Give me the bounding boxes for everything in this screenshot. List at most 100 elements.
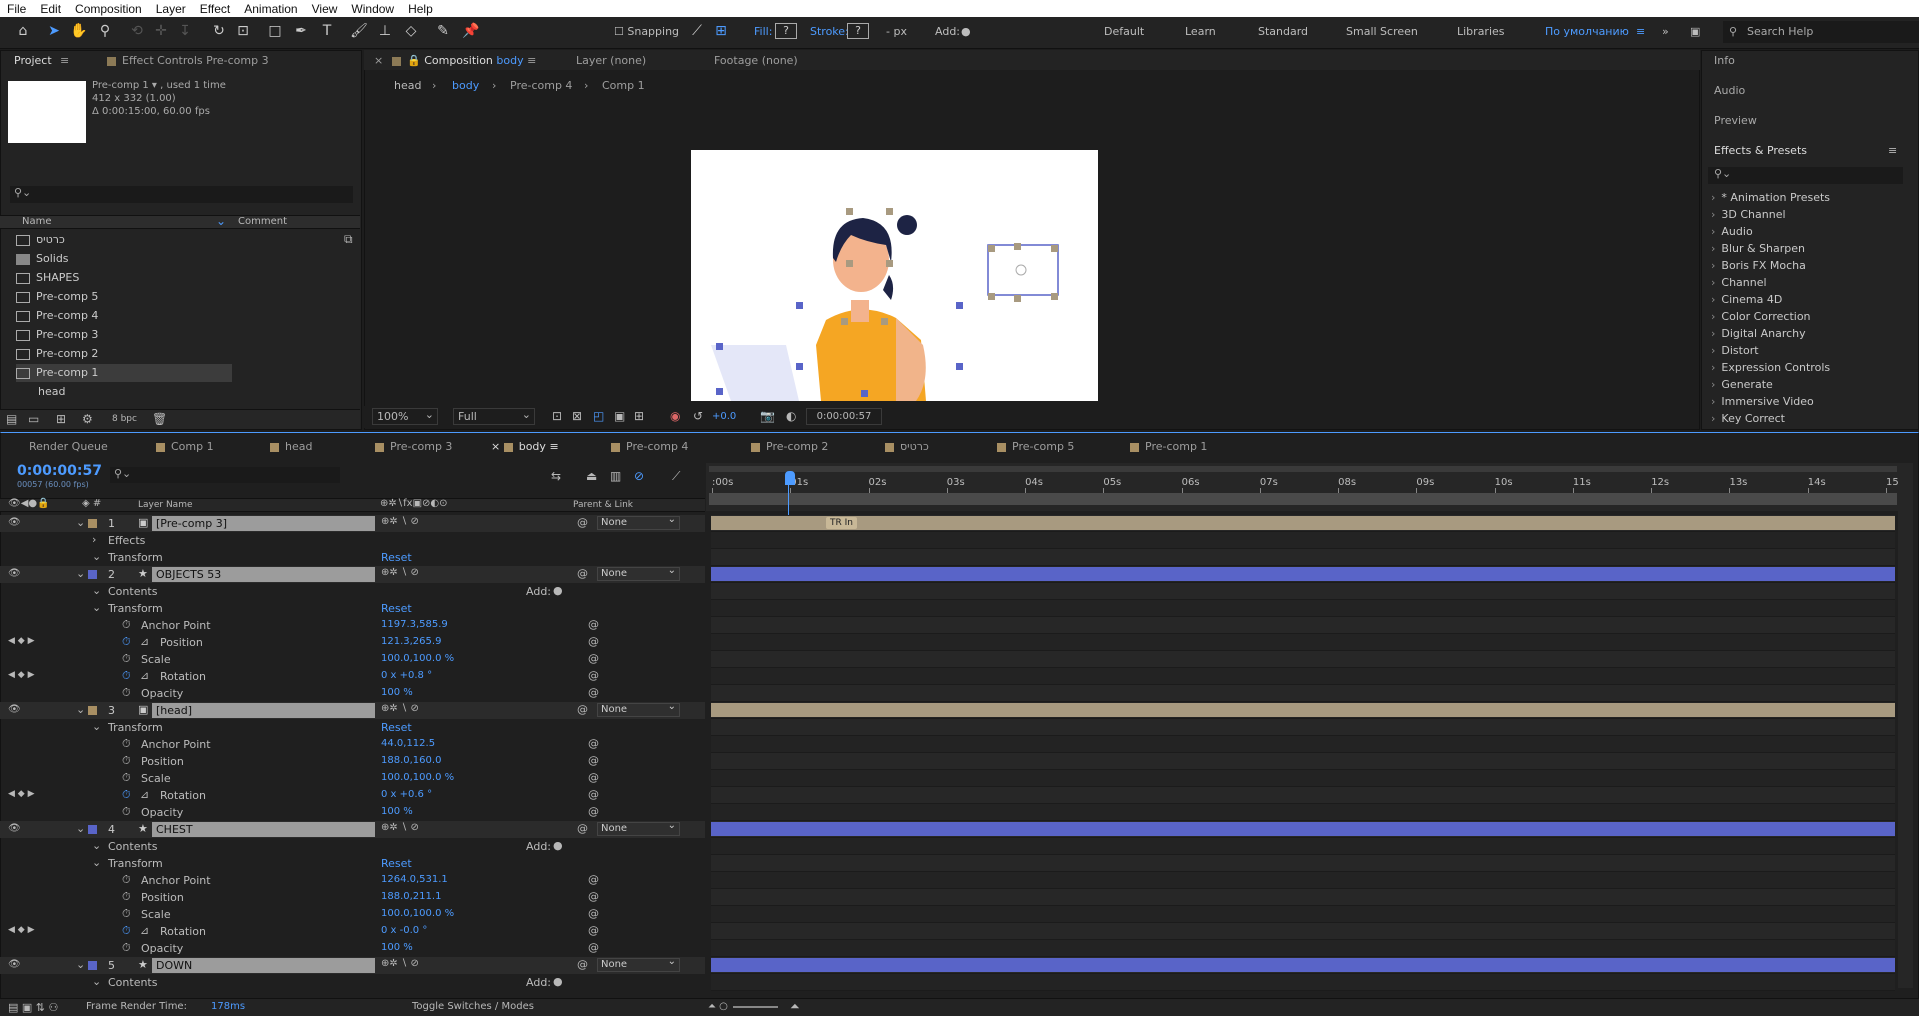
col-parent-link[interactable]: Parent & Link [573, 500, 633, 510]
property-row[interactable]: ⌄ Contents Add: ● [0, 974, 705, 991]
keyframe-navigator-icon[interactable]: ◀ ◆ ▶ [8, 670, 35, 680]
expression-pickwhip-icon[interactable]: @ [588, 890, 599, 903]
menu-animation[interactable]: Animation [237, 2, 304, 16]
parent-dropdown[interactable]: None [597, 820, 680, 836]
reset-link[interactable]: Reset [381, 857, 412, 870]
close-icon[interactable]: × [374, 54, 383, 67]
transparency-grid-icon[interactable]: ⊠ [572, 409, 582, 423]
settings-icon[interactable]: ⚙ [82, 412, 93, 426]
layer-switches-icon[interactable]: ⊕✲ ∖ ⊘ [381, 567, 419, 578]
property-row[interactable]: ⏱ Opacity 100 % @ [0, 940, 705, 957]
layer-row[interactable]: 👁 ⌄ 3 ▣ [head] ⊕✲ ∖ ⊘ @ None [0, 701, 705, 719]
stopwatch-icon[interactable]: ⏱ [122, 652, 131, 666]
fill-label[interactable]: Fill: [754, 25, 772, 38]
property-row[interactable]: ◀ ◆ ▶ ⏱ ⊿ Position 121.3,265.9 @ [0, 634, 705, 651]
expand-chevron-icon[interactable]: ⌄ [92, 720, 101, 733]
stopwatch-icon[interactable]: ⏱ [122, 805, 131, 819]
expression-pickwhip-icon[interactable]: @ [588, 771, 599, 784]
visibility-eye-icon[interactable]: 👁 [8, 959, 21, 970]
fx-category[interactable]: Distort [1711, 344, 1758, 357]
property-row[interactable]: ◀ ◆ ▶ ⏱ ⊿ Rotation 0 x +0.6 ° @ [0, 787, 705, 804]
project-search-input[interactable]: ⚲⌄ [10, 186, 353, 203]
property-value[interactable]: 44.0,112.5 [381, 738, 435, 749]
snapshot-icon[interactable]: 📷 [760, 409, 775, 423]
more-workspaces-icon[interactable]: » [1662, 25, 1669, 38]
expand-chevron-icon[interactable]: ⌄ [76, 567, 85, 580]
layer-switches-icon[interactable]: ⊕✲ ∖ ⊘ [381, 703, 419, 714]
tab-comp1[interactable]: Comp 1 [156, 440, 214, 453]
stopwatch-icon[interactable]: ⏱ [122, 754, 131, 768]
frame-blending-icon[interactable]: ⊘ [634, 469, 644, 483]
fx-category[interactable]: Channel [1711, 276, 1766, 289]
property-value[interactable]: 0 x +0.6 ° [381, 789, 432, 800]
property-row[interactable]: ⏱ Anchor Point 44.0,112.5 @ [0, 736, 705, 753]
stopwatch-icon[interactable]: ⏱ [122, 924, 131, 938]
type-tool-icon[interactable]: T [318, 22, 336, 40]
expand-chevron-icon[interactable]: › [92, 533, 96, 546]
breadcrumb-head[interactable]: head [394, 79, 421, 92]
region-of-interest-icon[interactable]: ⊡ [552, 409, 562, 423]
expression-pickwhip-icon[interactable]: @ [588, 754, 599, 767]
property-row[interactable]: ⏱ Scale 100.0,100.0 % @ [0, 651, 705, 668]
tab-precomp1[interactable]: Pre-comp 1 [1130, 440, 1207, 453]
property-value[interactable]: 1264.0,531.1 [381, 874, 448, 885]
col-name[interactable]: Name [22, 216, 52, 227]
property-row[interactable]: ⌄ Transform Reset [0, 855, 705, 872]
reset-exposure-icon[interactable]: ↺ [693, 409, 703, 423]
stopwatch-icon[interactable]: ⏱ [122, 669, 131, 683]
list-item[interactable]: Solids [16, 250, 69, 268]
interpret-footage-icon[interactable]: ▤ [6, 412, 17, 426]
tab-render-queue[interactable]: Render Queue [29, 440, 108, 453]
property-value[interactable]: 0 x -0.0 ° [381, 925, 427, 936]
breadcrumb-comp1[interactable]: Comp 1 [602, 79, 645, 92]
keyframe-navigator-icon[interactable]: ◀ ◆ ▶ [8, 925, 35, 935]
breadcrumb-body[interactable]: body [452, 79, 479, 92]
layer-row[interactable]: 👁 ⌄ 5 ★ DOWN ⊕✲ ∖ ⊘ @ None [0, 956, 705, 974]
fx-category[interactable]: Color Correction [1711, 310, 1810, 323]
layer-row[interactable]: 👁 ⌄ 1 ▣ [Pre-comp 3] ⊕✲ ∖ ⊘ @ None [0, 514, 705, 532]
property-row[interactable]: ⏱ Position 188.0,160.0 @ [0, 753, 705, 770]
graph-editor-icon[interactable]: ⟋ [672, 469, 680, 484]
property-row[interactable]: ⏱ Scale 100.0,100.0 % @ [0, 770, 705, 787]
property-value[interactable]: 100.0,100.0 % [381, 653, 454, 664]
property-row[interactable]: › Effects [0, 532, 705, 549]
menu-window[interactable]: Window [344, 2, 401, 16]
layer-marker[interactable]: TR In [826, 517, 857, 529]
fx-category[interactable]: * Animation Presets [1711, 191, 1830, 204]
home-icon[interactable]: ⌂ [14, 22, 32, 40]
zoom-slider[interactable] [733, 1006, 778, 1008]
workspace-small-screen[interactable]: Small Screen [1346, 25, 1418, 38]
col-comment[interactable]: Comment [238, 216, 287, 227]
stopwatch-icon[interactable]: ⏱ [122, 771, 131, 785]
snap-icon[interactable]: ⟋ [688, 22, 706, 40]
project-menu-icon[interactable]: ≡ [60, 54, 69, 67]
fx-category[interactable]: Audio [1711, 225, 1752, 238]
eraser-tool-icon[interactable]: ◇ [402, 22, 420, 40]
snapping-checkbox[interactable]: ☐ Snapping [614, 25, 679, 38]
property-value[interactable]: 100.0,100.0 % [381, 908, 454, 919]
parent-dropdown[interactable]: None [597, 514, 680, 530]
sort-chevron-icon[interactable]: ⌄ [216, 214, 226, 228]
rotation-tool-icon[interactable]: ↻ [210, 22, 228, 40]
menu-layer[interactable]: Layer [149, 2, 193, 16]
pickwhip-icon[interactable]: @ [577, 703, 588, 716]
expression-pickwhip-icon[interactable]: @ [588, 924, 599, 937]
expression-pickwhip-icon[interactable]: @ [588, 618, 599, 631]
hand-tool-icon[interactable]: ✋ [70, 22, 88, 40]
property-row[interactable]: ⌄ Contents Add: ● [0, 583, 705, 600]
property-value[interactable]: 0 x +0.8 ° [381, 670, 432, 681]
pan-behind-icon[interactable]: ⊡ [234, 22, 252, 40]
zoom-out-icon[interactable]: ⏶ ○ [708, 1001, 728, 1012]
add-dropdown-icon[interactable]: ● [961, 25, 971, 38]
expand-chevron-icon[interactable]: ⌄ [92, 584, 101, 597]
clone-stamp-icon[interactable]: ⊥ [376, 22, 394, 40]
stopwatch-icon[interactable]: ⏱ [122, 618, 131, 632]
property-value[interactable]: 188.0,211.1 [381, 891, 441, 902]
visibility-eye-icon[interactable]: 👁 [8, 568, 21, 579]
visibility-eye-icon[interactable]: 👁 [8, 704, 21, 715]
panel-audio[interactable]: Audio [1714, 84, 1745, 97]
visibility-eye-icon[interactable]: 👁 [8, 823, 21, 834]
timeline-search-input[interactable]: ⚲⌄ [110, 467, 340, 483]
list-item[interactable]: head [16, 383, 65, 401]
tab-kartis[interactable]: כרטיס [885, 440, 929, 453]
